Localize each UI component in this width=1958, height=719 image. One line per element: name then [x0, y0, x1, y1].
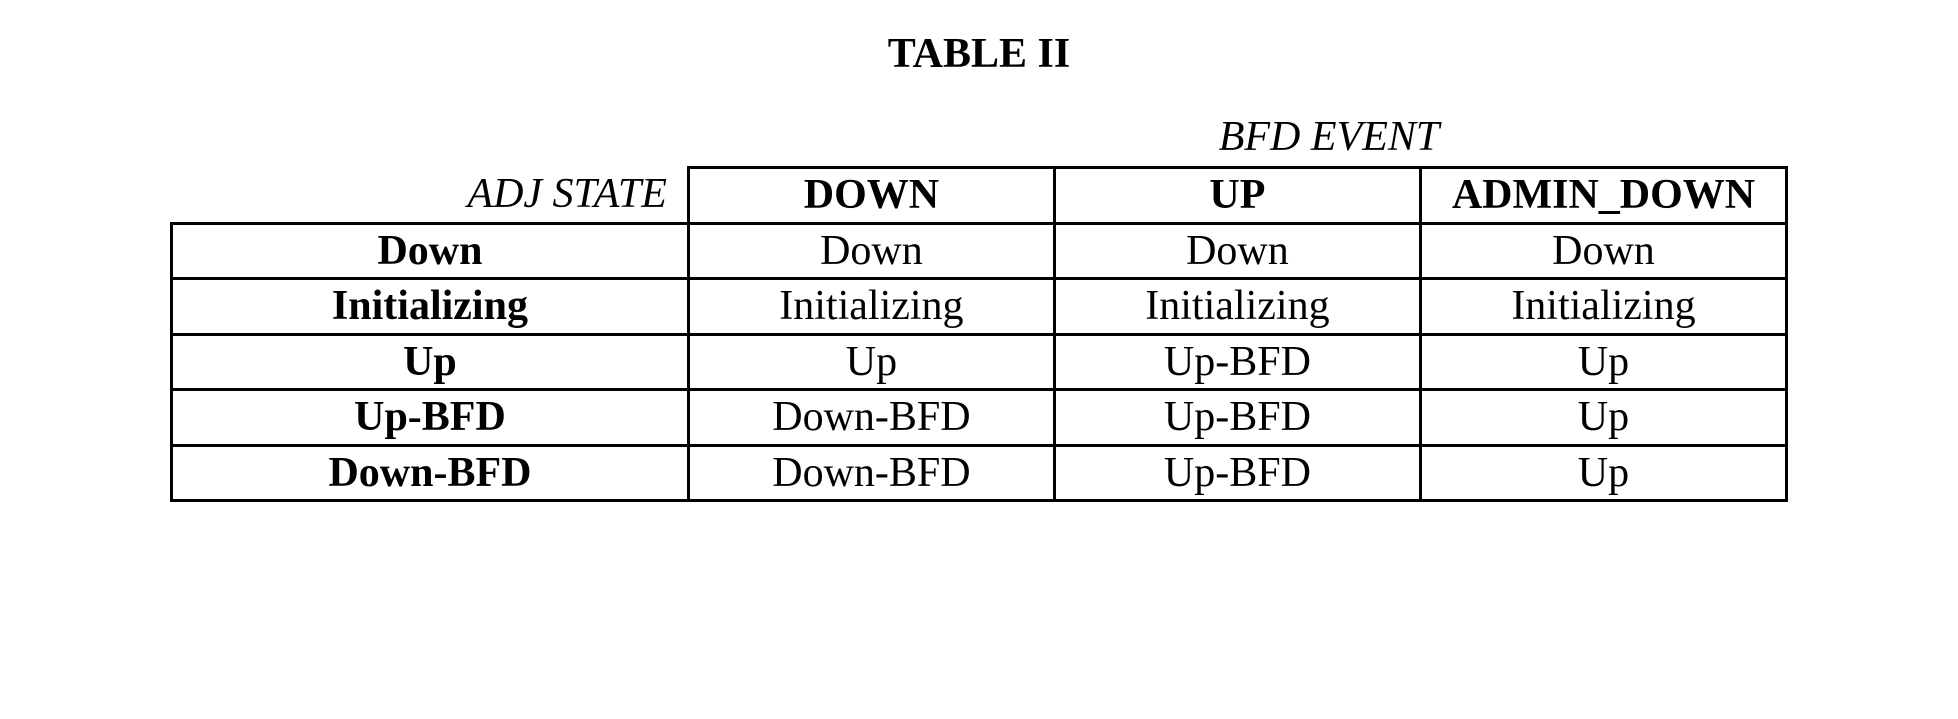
cell-value: Up-BFD	[1054, 390, 1420, 446]
cell-value: Up	[1420, 445, 1786, 501]
cell-value: Down	[1054, 223, 1420, 279]
cell-value: Up	[1420, 390, 1786, 446]
cell-value: Up	[1420, 334, 1786, 390]
row-state: Up	[172, 334, 689, 390]
state-transition-table: ADJ STATE DOWN UP ADMIN_DOWN Down Down D…	[170, 166, 1788, 502]
cell-value: Down	[1420, 223, 1786, 279]
table-row: Up-BFD Down-BFD Up-BFD Up	[172, 390, 1787, 446]
table-title: TABLE II	[170, 30, 1788, 78]
row-state: Initializing	[172, 279, 689, 335]
row-state: Up-BFD	[172, 390, 689, 446]
table-row: Down-BFD Down-BFD Up-BFD Up	[172, 445, 1787, 501]
cell-value: Up-BFD	[1054, 334, 1420, 390]
row-group-header: ADJ STATE	[172, 168, 689, 224]
column-header-down: DOWN	[688, 168, 1054, 224]
cell-value: Up-BFD	[1054, 445, 1420, 501]
table-header-row: ADJ STATE DOWN UP ADMIN_DOWN	[172, 168, 1787, 224]
cell-value: Initializing	[1420, 279, 1786, 335]
column-header-up: UP	[1054, 168, 1420, 224]
cell-value: Down	[688, 223, 1054, 279]
cell-value: Down-BFD	[688, 390, 1054, 446]
row-state: Down-BFD	[172, 445, 689, 501]
cell-value: Up	[688, 334, 1054, 390]
table-container: TABLE II BFD EVENT ADJ STATE DOWN UP ADM…	[170, 30, 1788, 502]
table-row: Initializing Initializing Initializing I…	[172, 279, 1787, 335]
cell-value: Initializing	[1054, 279, 1420, 335]
row-state: Down	[172, 223, 689, 279]
table-row: Down Down Down Down	[172, 223, 1787, 279]
cell-value: Down-BFD	[688, 445, 1054, 501]
column-header-admin-down: ADMIN_DOWN	[1420, 168, 1786, 224]
cell-value: Initializing	[688, 279, 1054, 335]
column-group-header: BFD EVENT	[870, 113, 1788, 161]
table-row: Up Up Up-BFD Up	[172, 334, 1787, 390]
